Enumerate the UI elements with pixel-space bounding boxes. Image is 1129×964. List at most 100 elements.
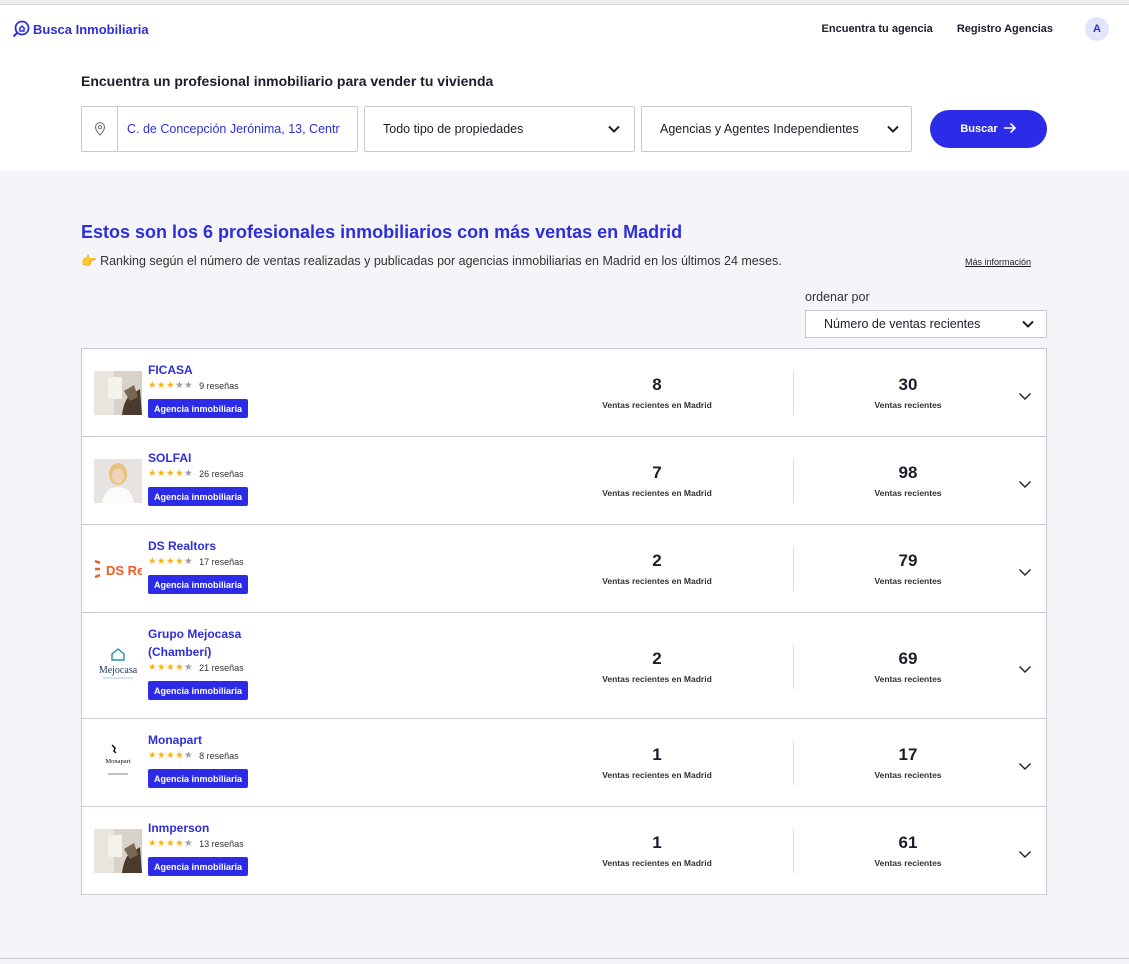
madrid-sales-value: 2 [652,649,662,668]
stat-divider [793,547,794,591]
agency-reviews[interactable]: 9 reseñas [199,381,239,391]
agency-rating: ★ ★ ★ ★ ★ 21 reseñas [148,662,244,673]
madrid-sales-value: 8 [652,375,662,394]
stat-divider [793,741,794,785]
agency-logo[interactable] [94,371,142,415]
agency-logo[interactable]: Mejocasa [94,644,142,688]
property-type-value: Todo tipo de propiedades [383,122,524,136]
agency-name[interactable]: DS Realtors [148,537,268,555]
star-icon: ★ [175,468,185,479]
chevron-down-icon[interactable] [1018,388,1032,406]
agency-type-badge: Agencia inmobiliaria [148,399,249,418]
agency-row[interactable]: Mejocasa Grupo Mejocasa (Chamberí) ★ ★ ★ ★ ★ 21… [82,613,1046,719]
agency-logo[interactable] [94,459,142,503]
agency-logo[interactable]: DS Real [94,547,142,591]
stat-divider [793,459,794,503]
pointing-hand-icon: 👉 [81,254,97,268]
agency-type-badge: Agencia inmobiliaria [148,857,249,876]
agency-name[interactable]: FICASA [148,361,268,379]
madrid-sales-label: Ventas recientes en Madrid [602,400,712,410]
agency-name[interactable]: Inmperson [148,819,268,837]
nav-register-agencies[interactable]: Registro Agencias [957,23,1053,35]
recent-sales-stat: 61 Ventas recientes [838,833,978,868]
star-icon: ★ [148,556,158,567]
madrid-sales-stat: 2 Ventas recientes en Madrid [587,649,727,684]
madrid-sales-value: 7 [652,463,662,482]
svg-text:Mejocasa: Mejocasa [99,665,138,676]
agency-reviews[interactable]: 13 reseñas [199,839,244,849]
agency-name[interactable]: Grupo Mejocasa (Chamberí) [148,625,268,661]
agency-type-badge: Agencia inmobiliaria [148,487,249,506]
order-select[interactable]: Número de ventas recientes [805,310,1047,338]
star-icon: ★ [148,662,158,673]
star-icon: ★ [166,556,176,567]
agency-logo[interactable] [94,829,142,873]
madrid-sales-stat: 1 Ventas recientes en Madrid [587,745,727,780]
search-button[interactable]: Buscar [930,110,1047,148]
recent-sales-value: 30 [898,375,918,394]
ranking-subtitle: 👉 Ranking según el número de ventas real… [81,254,782,269]
agency-type-badge: Agencia inmobiliaria [148,575,249,594]
madrid-sales-label: Ventas recientes en Madrid [602,770,712,780]
star-icon: ★ [166,380,176,391]
agency-name[interactable]: SOLFAI [148,449,268,467]
agency-rating: ★ ★ ★ ★ ★ 13 reseñas [148,838,244,849]
location-input[interactable]: C. de Concepción Jerónima, 13, Centr [118,122,348,136]
agency-reviews[interactable]: 26 reseñas [199,469,244,479]
madrid-sales-stat: 8 Ventas recientes en Madrid [587,375,727,410]
agency-row[interactable]: SOLFAI ★ ★ ★ ★ ★ 26 reseñas Agencia inmobiliari… [82,437,1046,525]
recent-sales-stat: 17 Ventas recientes [838,745,978,780]
star-icon: ★ [184,750,194,761]
chevron-down-icon [1022,317,1034,331]
star-icon: ★ [148,838,158,849]
chevron-down-icon[interactable] [1018,758,1032,776]
bottom-border [0,958,1129,959]
agency-rating: ★ ★ ★ ★ ★ 8 reseñas [148,750,239,761]
stat-divider [793,829,794,873]
agency-name[interactable]: Monapart [148,731,268,749]
agency-logo[interactable]: Monapart [94,741,142,785]
star-icon: ★ [175,662,185,673]
logo-text: Busca Inmobiliaria [33,21,149,37]
agency-list: FICASA ★ ★ ★ ★ ★ 9 reseñas Agencia inmobiliaria… [81,348,1047,895]
agency-reviews[interactable]: 17 reseñas [199,557,244,567]
chevron-down-icon[interactable] [1018,564,1032,582]
recent-sales-value: 79 [898,551,918,570]
star-icon: ★ [184,380,194,391]
agency-row[interactable]: Monapart Monapart ★ ★ ★ ★ ★ 8 reseñas Agencia in… [82,719,1046,807]
chevron-down-icon[interactable] [1018,476,1032,494]
logo[interactable]: Busca Inmobiliaria [12,20,149,38]
avatar[interactable]: A [1085,17,1109,41]
madrid-sales-label: Ventas recientes en Madrid [602,674,712,684]
star-icon: ★ [148,468,158,479]
star-icon: ★ [157,838,167,849]
location-field[interactable]: C. de Concepción Jerónima, 13, Centr [81,106,358,152]
recent-sales-value: 17 [898,745,918,764]
svg-text:Monapart: Monapart [105,758,130,765]
svg-text:DS Real: DS Real [106,563,142,578]
agency-rating: ★ ★ ★ ★ ★ 26 reseñas [148,468,244,479]
agency-reviews[interactable]: 8 reseñas [199,751,239,761]
chevron-down-icon[interactable] [1018,661,1032,679]
ranking-subtitle-text: Ranking según el número de ventas realiz… [100,254,782,268]
nav-find-agency[interactable]: Encuentra tu agencia [822,23,933,35]
recent-sales-label: Ventas recientes [874,576,942,586]
agent-type-select[interactable]: Agencias y Agentes Independientes [641,106,912,152]
agency-row[interactable]: FICASA ★ ★ ★ ★ ★ 9 reseñas Agencia inmobiliaria… [82,349,1046,437]
search-button-label: Buscar [960,123,998,135]
recent-sales-label: Ventas recientes [874,488,942,498]
agency-row[interactable]: Inmperson ★ ★ ★ ★ ★ 13 reseñas Agencia inmobili… [82,807,1046,894]
agency-type-badge: Agencia inmobiliaria [148,681,249,700]
order-value: Número de ventas recientes [824,317,981,331]
more-info-link[interactable]: Más información [965,257,1031,267]
recent-sales-stat: 79 Ventas recientes [838,551,978,586]
star-icon: ★ [166,750,176,761]
property-type-select[interactable]: Todo tipo de propiedades [364,106,635,152]
agency-row[interactable]: DS RealDS Realtors★★★★★17 reseñasAgencia… [82,525,1046,613]
stat-divider [793,371,794,415]
agency-reviews[interactable]: 21 reseñas [199,663,244,673]
search-title: Encuentra un profesional inmobiliario pa… [81,73,494,89]
agency-rating: ★ ★ ★ ★ ★ 9 reseñas [148,380,239,391]
agency-rating: ★ ★ ★ ★ ★ 17 reseñas [148,556,244,567]
chevron-down-icon[interactable] [1018,846,1032,864]
